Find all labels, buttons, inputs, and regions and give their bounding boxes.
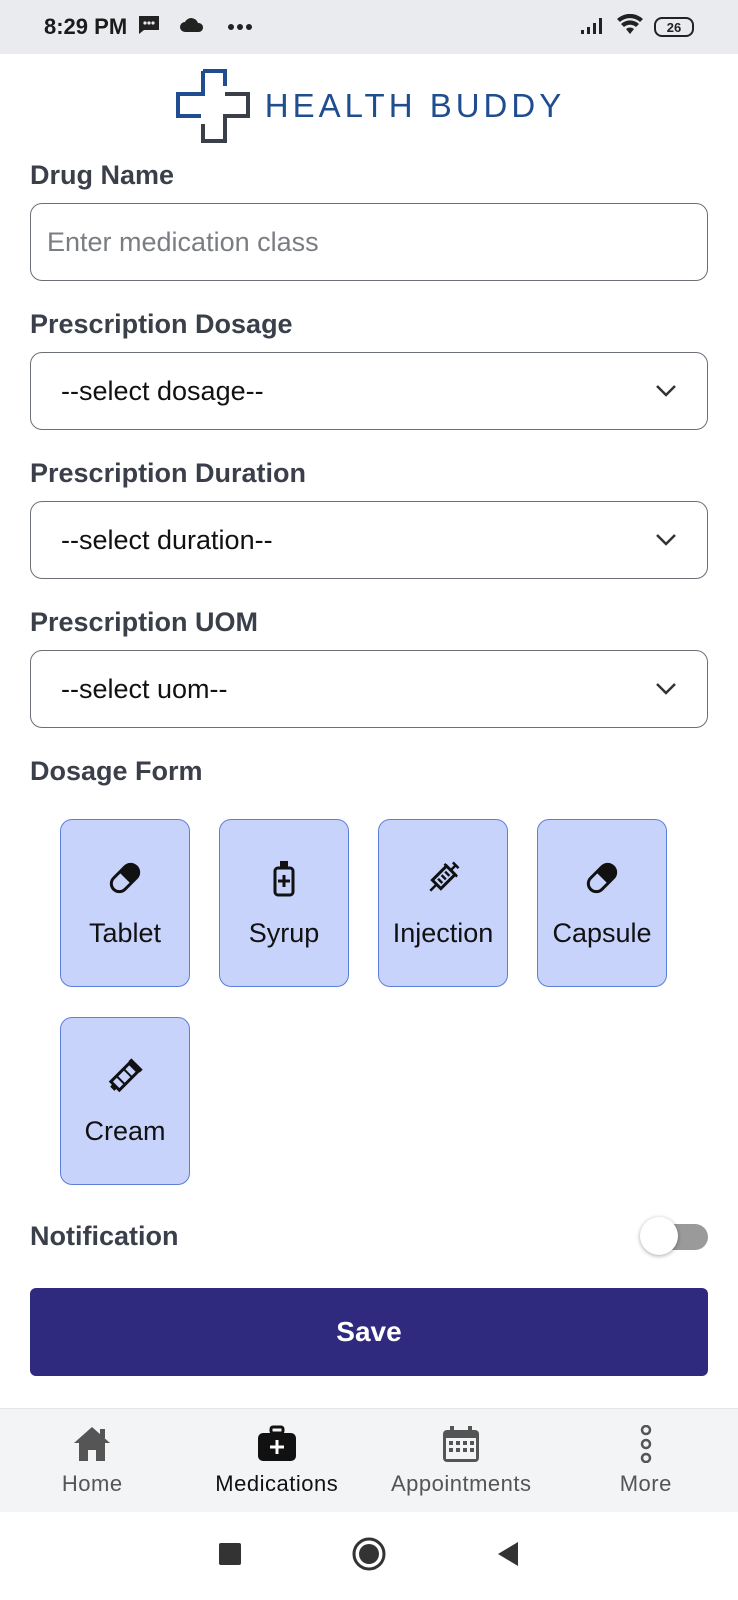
uom-label: Prescription UOM	[30, 607, 259, 637]
nav-item-appointments[interactable]: Appointments	[371, 1425, 551, 1497]
dosage-form-grid: Tablet Syrup Injection Capsule Cream	[60, 819, 708, 1185]
dosage-option-label: Cream	[84, 1115, 166, 1146]
nav-label-home: Home	[61, 1470, 123, 1496]
signal-icon	[580, 15, 606, 40]
dosage-option-label: Tablet	[88, 917, 162, 948]
notification-label: Notification	[30, 1221, 179, 1251]
more-dots-icon	[227, 18, 253, 36]
more-vertical-icon	[640, 1424, 651, 1463]
bottle-icon	[273, 860, 295, 896]
duration-label: Prescription Duration	[30, 458, 307, 488]
status-bar: 8:29 PM 26	[0, 0, 738, 54]
bottom-nav: Home Medications Appointments More	[0, 1408, 738, 1512]
drug-name-input[interactable]	[30, 203, 708, 281]
toggle-knob	[640, 1216, 678, 1255]
chevron-down-icon	[656, 534, 676, 546]
pill-icon	[109, 862, 141, 893]
dosage-option-injection[interactable]: Injection	[378, 819, 508, 987]
medication-form: Drug Name Prescription Dosage --select d…	[30, 160, 708, 1255]
chevron-down-icon	[656, 385, 676, 397]
dosage-option-label: Capsule	[552, 917, 652, 948]
system-navigation-bar	[0, 1512, 738, 1600]
save-button[interactable]: Save	[30, 1288, 708, 1376]
nav-item-home[interactable]: Home	[2, 1425, 182, 1497]
uom-select[interactable]: --select uom--	[30, 650, 708, 728]
nav-label-appointments: Appointments	[390, 1470, 532, 1496]
dosage-option-capsule[interactable]: Capsule	[537, 819, 667, 987]
dosage-label: Prescription Dosage	[30, 309, 293, 339]
nav-item-medications[interactable]: Medications	[187, 1425, 367, 1497]
pill-icon	[586, 862, 618, 893]
syringe-icon	[429, 861, 460, 892]
home-circle-icon[interactable]	[352, 1537, 386, 1576]
notification-row: Notification	[30, 1216, 708, 1255]
app-logo: HEALTH BUDDY	[0, 66, 738, 146]
calendar-icon	[443, 1425, 480, 1462]
uom-field: Prescription UOM --select uom--	[30, 607, 708, 728]
back-triangle-icon[interactable]	[496, 1540, 520, 1573]
dosage-field: Prescription Dosage --select dosage--	[30, 309, 708, 430]
home-icon	[74, 1426, 111, 1461]
duration-select[interactable]: --select duration--	[30, 501, 708, 579]
drug-name-label: Drug Name	[30, 160, 175, 190]
logo-text: HEALTH BUDDY	[264, 87, 566, 124]
dosage-form-section: Dosage Form Tablet Syrup Injection Capsu…	[30, 756, 708, 1185]
dosage-option-syrup[interactable]: Syrup	[219, 819, 349, 987]
wifi-icon	[616, 13, 644, 41]
nav-label-medications: Medications	[215, 1470, 339, 1496]
duration-select-value: --select duration--	[61, 524, 273, 555]
nav-label-more: More	[619, 1470, 672, 1496]
medical-kit-icon	[257, 1425, 296, 1461]
dosage-option-label: Syrup	[248, 917, 320, 948]
cloud-icon	[179, 17, 205, 38]
dosage-option-label: Injection	[392, 917, 494, 948]
status-time: 8:29 PM	[44, 14, 128, 39]
nav-item-more[interactable]: More	[556, 1424, 736, 1497]
chevron-down-icon	[656, 683, 676, 695]
message-icon	[137, 14, 161, 41]
dosage-option-cream[interactable]: Cream	[60, 1017, 190, 1185]
health-cross-icon	[175, 69, 250, 143]
uom-select-value: --select uom--	[61, 673, 228, 704]
drug-name-field: Drug Name	[30, 160, 708, 281]
battery-icon: 26	[654, 17, 694, 37]
dosage-select-value: --select dosage--	[61, 375, 264, 406]
recent-apps-icon[interactable]	[218, 1542, 242, 1571]
notification-toggle[interactable]	[640, 1216, 708, 1255]
duration-field: Prescription Duration --select duration-…	[30, 458, 708, 579]
dosage-select[interactable]: --select dosage--	[30, 352, 708, 430]
dosage-option-tablet[interactable]: Tablet	[60, 819, 190, 987]
tube-icon	[108, 1057, 143, 1092]
dosage-form-label: Dosage Form	[30, 756, 203, 786]
